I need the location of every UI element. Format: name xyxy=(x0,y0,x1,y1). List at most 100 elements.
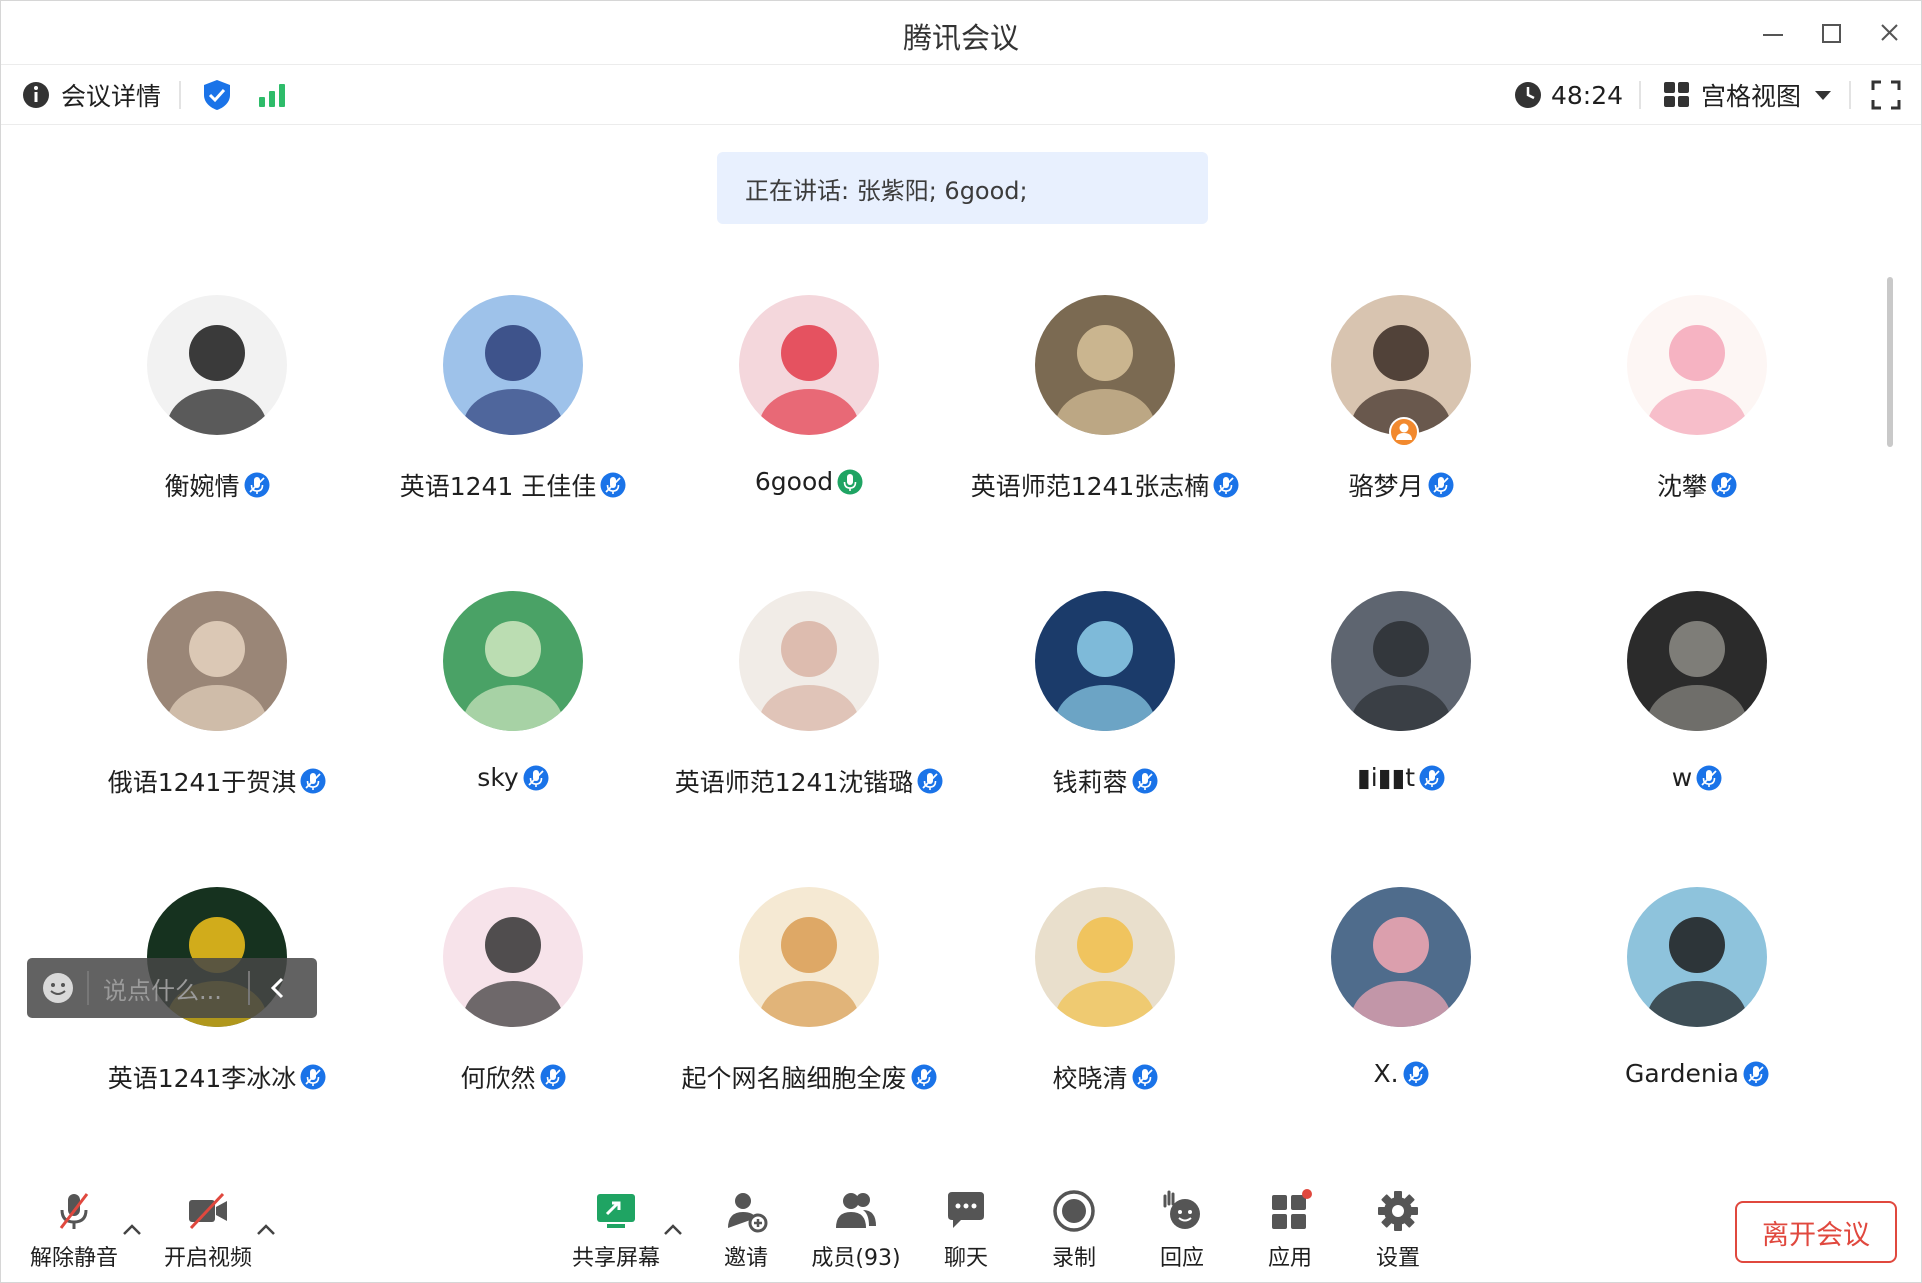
participant-name-row: 校晓清 xyxy=(957,1059,1253,1095)
react-button[interactable]: 回应 xyxy=(1127,1188,1237,1278)
participant-tile[interactable]: Gardenia xyxy=(1549,887,1845,1147)
mic-muted-icon xyxy=(1132,768,1158,794)
participant-tile[interactable]: 骆梦月 xyxy=(1253,295,1549,555)
emoji-icon[interactable] xyxy=(41,971,75,1005)
grid-view-icon xyxy=(1664,82,1689,107)
participant-name: sky xyxy=(477,763,519,792)
participant-name: 沈攀 xyxy=(1656,472,1707,501)
mic-muted-icon xyxy=(540,1064,566,1090)
host-badge-icon xyxy=(1389,417,1419,447)
participant-avatar xyxy=(1331,887,1471,1027)
members-button[interactable]: 成员(93) xyxy=(801,1188,911,1278)
meeting-toolbar: 会议详情 48:24 宫格视图 xyxy=(1,65,1921,125)
record-label: 录制 xyxy=(1051,1246,1096,1271)
participant-tile[interactable]: 校晓清 xyxy=(957,887,1253,1147)
clock-icon xyxy=(1515,82,1541,108)
mic-muted-icon xyxy=(1711,472,1737,498)
leave-meeting-button[interactable]: 离开会议 xyxy=(1735,1201,1897,1263)
participant-avatar xyxy=(443,591,583,731)
participant-tile[interactable]: w xyxy=(1549,591,1845,851)
participant-avatar xyxy=(1035,591,1175,731)
grid-scrollbar[interactable] xyxy=(1887,277,1893,447)
participant-name: 衡婉情 xyxy=(164,472,240,501)
participant-avatar xyxy=(739,295,879,435)
participant-name: ▮i▮▮t xyxy=(1356,763,1416,792)
fullscreen-button[interactable] xyxy=(1871,65,1901,125)
participant-tile[interactable]: 英语1241 王佳佳 xyxy=(365,295,661,555)
participant-tile[interactable]: 衡婉情 xyxy=(69,295,365,555)
record-button[interactable]: 录制 xyxy=(1019,1188,1129,1278)
minimize-icon xyxy=(1763,34,1783,36)
participant-tile[interactable]: 俄语1241于贺淇 xyxy=(69,591,365,851)
members-icon xyxy=(836,1193,876,1228)
start-video-label: 开启视频 xyxy=(163,1246,252,1271)
settings-button[interactable]: 设置 xyxy=(1343,1188,1453,1278)
close-button[interactable] xyxy=(1869,15,1909,51)
title-bar: 腾讯会议 xyxy=(1,1,1921,65)
participant-name-row: 俄语1241于贺淇 xyxy=(69,763,365,799)
mic-muted-icon xyxy=(600,472,626,498)
participant-tile[interactable]: 6good xyxy=(661,295,957,555)
mic-muted-icon xyxy=(59,1193,89,1229)
chat-bar-divider xyxy=(87,971,89,1005)
video-off-icon xyxy=(189,1192,227,1230)
apps-label: 应用 xyxy=(1267,1246,1312,1271)
participant-tile[interactable]: 何欣然 xyxy=(365,887,661,1147)
maximize-button[interactable] xyxy=(1811,15,1851,51)
participant-tile[interactable]: 英语师范1241张志楠 xyxy=(957,295,1253,555)
participant-tile[interactable]: X. xyxy=(1253,887,1549,1147)
network-signal-button[interactable] xyxy=(257,65,287,125)
chevron-left-icon[interactable] xyxy=(266,976,290,1000)
mic-muted-icon xyxy=(523,765,549,791)
meeting-details-button[interactable]: 会议详情 xyxy=(21,65,161,125)
audio-options-caret-icon[interactable] xyxy=(121,1220,143,1238)
invite-button[interactable]: 邀请 xyxy=(691,1188,801,1278)
add-person-icon xyxy=(728,1193,768,1233)
view-mode-dropdown[interactable]: 宫格视图 xyxy=(1663,65,1833,125)
participant-name-row: 英语师范1241沈锴璐 xyxy=(661,763,957,799)
participant-name: 6good xyxy=(754,467,834,496)
participant-name: 校晓清 xyxy=(1052,1064,1128,1093)
toolbar-divider xyxy=(1849,81,1851,109)
participant-name: 英语1241李冰冰 xyxy=(107,1064,297,1093)
participant-name: 骆梦月 xyxy=(1348,472,1424,501)
react-label: 回应 xyxy=(1159,1246,1204,1271)
participant-tile[interactable]: 英语师范1241沈锴璐 xyxy=(661,591,957,851)
gear-icon xyxy=(1378,1191,1418,1231)
signal-bars-icon xyxy=(259,84,285,107)
share-options-caret-icon[interactable] xyxy=(662,1220,684,1238)
toolbar-divider xyxy=(1639,81,1641,109)
participant-tile[interactable]: 沈攀 xyxy=(1549,295,1845,555)
mic-muted-icon xyxy=(1419,765,1445,791)
fullscreen-icon xyxy=(1871,80,1901,110)
reaction-hand-icon xyxy=(1163,1190,1200,1229)
minimize-button[interactable] xyxy=(1753,15,1793,51)
participant-name: 英语师范1241沈锴璐 xyxy=(674,768,914,797)
participant-name: 钱莉蓉 xyxy=(1052,768,1128,797)
mic-muted-icon xyxy=(1696,765,1722,791)
close-icon xyxy=(1881,24,1898,41)
chat-input-placeholder[interactable]: 说点什么... xyxy=(103,971,222,1006)
share-screen-button[interactable]: 共享屏幕 xyxy=(561,1188,671,1278)
participant-avatar xyxy=(443,295,583,435)
security-shield-button[interactable] xyxy=(201,65,233,125)
video-options-caret-icon[interactable] xyxy=(255,1220,277,1238)
meeting-window: 腾讯会议 会议详情 48:24 宫格视图 正在讲话: 张紫阳; 6good; 衡… xyxy=(0,0,1922,1283)
participant-tile[interactable]: 起个网名脑细胞全废 xyxy=(661,887,957,1147)
participant-tile[interactable]: 钱莉蓉 xyxy=(957,591,1253,851)
record-icon xyxy=(1053,1190,1095,1232)
share-screen-icon xyxy=(597,1194,635,1228)
mic-muted-icon xyxy=(1428,472,1454,498)
participant-tile[interactable]: sky xyxy=(365,591,661,851)
chat-button[interactable]: 聊天 xyxy=(911,1188,1021,1278)
chat-label: 聊天 xyxy=(943,1246,988,1271)
start-video-button[interactable]: 开启视频 xyxy=(153,1188,263,1278)
participant-name-row: 钱莉蓉 xyxy=(957,763,1253,799)
participant-tile[interactable]: ▮i▮▮t xyxy=(1253,591,1549,851)
unmute-button[interactable]: 解除静音 xyxy=(19,1188,129,1278)
apps-button[interactable]: 应用 xyxy=(1235,1188,1345,1278)
participant-avatar xyxy=(1627,887,1767,1027)
participant-name: w xyxy=(1671,763,1693,792)
mic-muted-icon xyxy=(1132,1064,1158,1090)
quick-chat-bar[interactable]: 说点什么... xyxy=(27,958,317,1018)
